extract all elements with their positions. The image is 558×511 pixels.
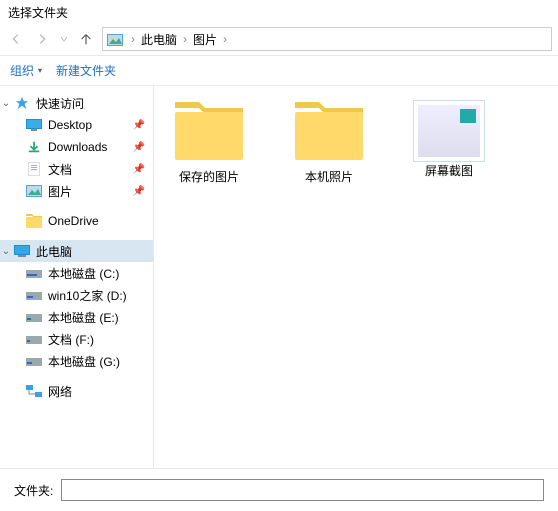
sidebar-drive-c[interactable]: 本地磁盘 (C:) [0, 262, 153, 284]
content-area[interactable]: 保存的图片 本机照片 屏幕截图 [154, 86, 558, 468]
sidebar-drive-f[interactable]: 文档 (F:) [0, 328, 153, 350]
sidebar-item-label: 本地磁盘 (G:) [48, 353, 120, 370]
breadcrumb-pictures[interactable]: 图片 [191, 31, 219, 48]
downloads-icon [26, 139, 42, 155]
sidebar-drive-d[interactable]: win10之家 (D:) [0, 284, 153, 306]
folder-icon [173, 100, 245, 162]
sidebar-item-label: Desktop [48, 118, 92, 132]
folder-item[interactable]: 屏幕截图 [404, 100, 494, 179]
window-title: 选择文件夹 [0, 0, 558, 23]
folder-field-label: 文件夹: [14, 482, 53, 499]
this-pc-icon [14, 243, 30, 259]
sidebar-this-pc[interactable]: ⌄ 此电脑 [0, 240, 153, 262]
pin-icon: 📌 [133, 142, 145, 153]
sidebar-item-label: 快速访问 [36, 95, 84, 112]
sidebar-drive-g[interactable]: 本地磁盘 (G:) [0, 350, 153, 372]
chevron-right-icon: › [179, 32, 191, 46]
folder-icon [293, 100, 365, 162]
documents-icon [26, 161, 42, 177]
sidebar: ⌄ 快速访问 Desktop 📌 Downloads 📌 [0, 86, 154, 468]
pictures-library-icon [107, 31, 123, 47]
drive-icon [26, 265, 42, 281]
sidebar-item-pictures[interactable]: 图片 📌 [0, 180, 153, 202]
sidebar-drive-e[interactable]: 本地磁盘 (E:) [0, 306, 153, 328]
pin-icon: 📌 [133, 186, 145, 197]
chevron-down-icon: ⌄ [0, 246, 12, 257]
pin-icon: 📌 [133, 164, 145, 175]
sidebar-item-label: OneDrive [48, 214, 99, 228]
sidebar-item-label: 图片 [48, 183, 72, 200]
folder-item[interactable]: 保存的图片 [164, 100, 254, 185]
organize-button[interactable]: 组织 ▾ [10, 62, 42, 79]
sidebar-item-label: Downloads [48, 140, 107, 154]
sidebar-network[interactable]: 网络 [0, 380, 153, 402]
sidebar-onedrive[interactable]: OneDrive [0, 210, 153, 232]
sidebar-item-label: win10之家 (D:) [48, 287, 127, 304]
pin-icon: 📌 [133, 120, 145, 131]
drive-icon [26, 287, 42, 303]
sidebar-item-label: 文档 (F:) [48, 331, 94, 348]
sidebar-item-label: 本地磁盘 (C:) [48, 265, 119, 282]
sidebar-item-label: 本地磁盘 (E:) [48, 309, 119, 326]
drive-icon [26, 331, 42, 347]
sidebar-item-label: 此电脑 [36, 243, 72, 260]
sidebar-item-label: 网络 [48, 383, 72, 400]
nav-bar: › 此电脑 › 图片 › [0, 23, 558, 56]
breadcrumb[interactable]: › 此电脑 › 图片 › [102, 27, 552, 51]
network-icon [26, 383, 42, 399]
organize-label: 组织 [10, 62, 34, 79]
quick-access-icon [14, 95, 30, 111]
pictures-icon [26, 183, 42, 199]
chevron-right-icon: › [127, 32, 139, 46]
folder-label: 屏幕截图 [425, 162, 473, 179]
onedrive-icon [26, 213, 42, 229]
folder-item[interactable]: 本机照片 [284, 100, 374, 185]
drive-icon [26, 353, 42, 369]
back-button[interactable] [6, 29, 26, 49]
footer: 文件夹: [0, 468, 558, 511]
sidebar-item-desktop[interactable]: Desktop 📌 [0, 114, 153, 136]
folder-name-input[interactable] [61, 479, 544, 501]
breadcrumb-pc[interactable]: 此电脑 [139, 31, 179, 48]
new-folder-label: 新建文件夹 [56, 62, 116, 79]
folder-thumbnail-icon [413, 100, 485, 162]
chevron-right-icon: › [219, 32, 231, 46]
chevron-down-icon: ⌄ [0, 98, 12, 109]
forward-button[interactable] [32, 29, 52, 49]
sidebar-quick-access[interactable]: ⌄ 快速访问 [0, 92, 153, 114]
up-button[interactable] [76, 29, 96, 49]
recent-dropdown-icon[interactable] [58, 29, 70, 49]
sidebar-item-downloads[interactable]: Downloads 📌 [0, 136, 153, 158]
toolbar: 组织 ▾ 新建文件夹 [0, 56, 558, 86]
folder-label: 本机照片 [305, 168, 353, 185]
new-folder-button[interactable]: 新建文件夹 [56, 62, 116, 79]
sidebar-item-documents[interactable]: 文档 📌 [0, 158, 153, 180]
sidebar-item-label: 文档 [48, 161, 72, 178]
drive-icon [26, 309, 42, 325]
folder-label: 保存的图片 [179, 168, 239, 185]
desktop-icon [26, 117, 42, 133]
chevron-down-icon: ▾ [38, 66, 42, 75]
